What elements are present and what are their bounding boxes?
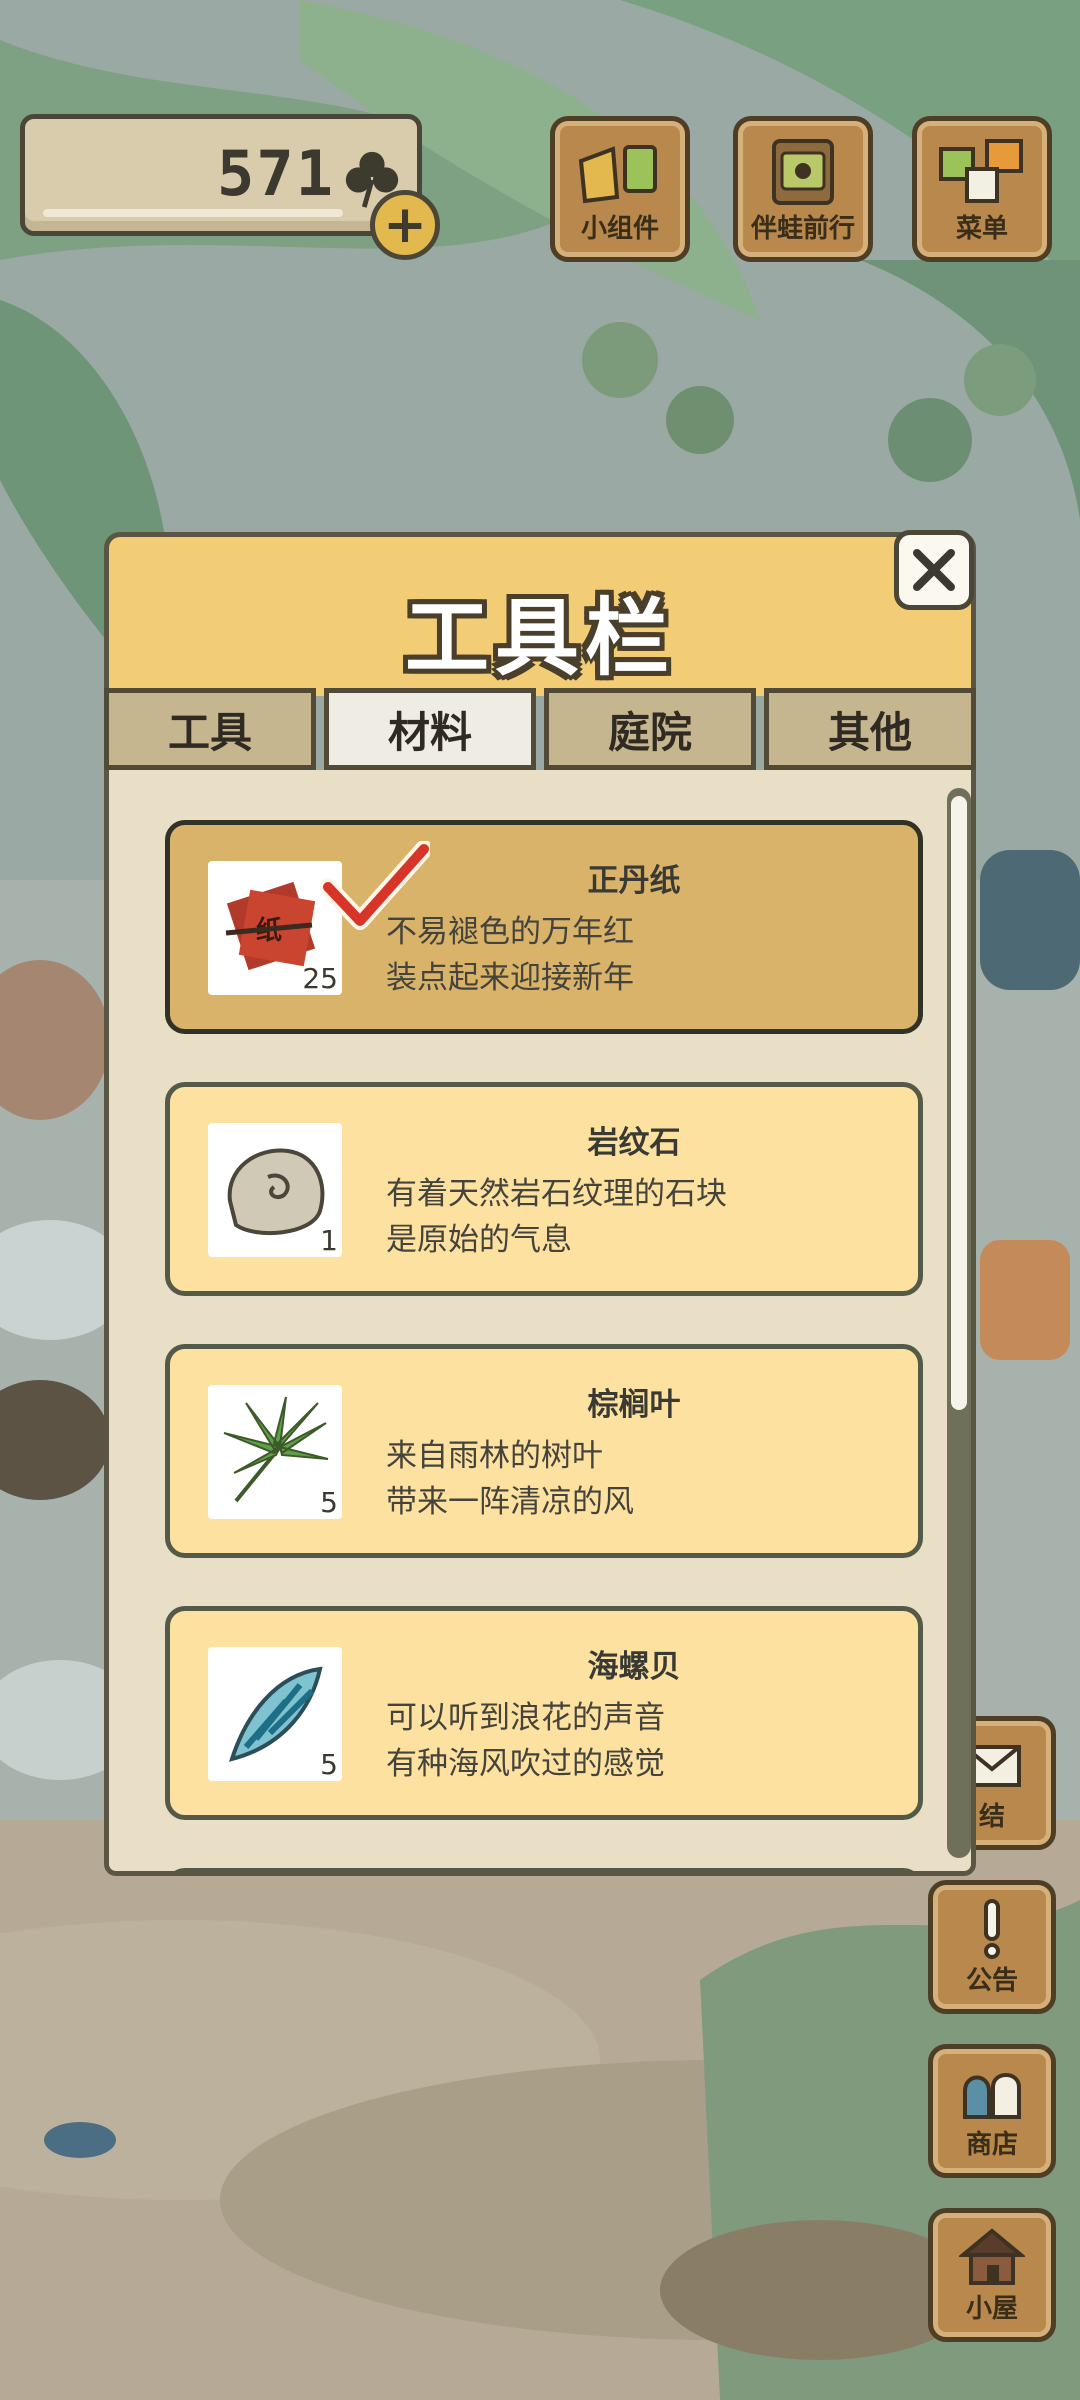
menu-button[interactable]: 菜单 <box>912 116 1052 262</box>
item-desc-line2: 带来一阵清凉的风 <box>386 1484 634 1520</box>
conch-shell-icon <box>228 1666 323 1762</box>
item-desc-line1: 可以听到浪花的声音 <box>386 1700 665 1736</box>
palm-leaf-icon <box>223 1396 329 1503</box>
item-description: 可以听到浪花的声音 有种海风吹过的感觉 <box>386 1695 665 1787</box>
widgets-button[interactable]: 小组件 <box>550 116 690 262</box>
tab-materials[interactable]: 材料 <box>324 688 536 770</box>
item-quantity: 5 <box>320 1748 338 1781</box>
tab-other[interactable]: 其他 <box>764 688 976 770</box>
item-name: 海螺贝 <box>587 1649 681 1685</box>
shop-icon <box>963 2073 1021 2119</box>
item-description: 不易褪色的万年红 装点起来迎接新年 <box>386 909 634 1001</box>
item-name: 棕榈叶 <box>587 1387 681 1423</box>
exclamation-icon <box>984 1899 1000 1959</box>
tab-bar: 工具 材料 庭院 其他 <box>104 688 976 774</box>
list-item[interactable] <box>165 1868 923 1871</box>
item-desc-line1: 来自雨林的树叶 <box>386 1438 603 1474</box>
widgets-label: 小组件 <box>580 214 659 244</box>
toolbar-dialog: 工具栏 工具 材料 庭院 其他 纸 25 <box>104 530 976 1876</box>
house-label: 小屋 <box>965 2294 1018 2324</box>
list-item[interactable]: 纸 25 正丹纸 不易褪色的万年红 装点起来迎接新年 <box>165 820 923 1034</box>
item-quantity: 1 <box>320 1224 338 1257</box>
shop-button[interactable]: 商店 <box>928 2044 1056 2178</box>
list-item[interactable]: 5 棕榈叶 来自雨林的树叶 带来一阵清凉的风 <box>165 1344 923 1558</box>
close-button[interactable] <box>894 530 974 610</box>
frog-adventure-label: 伴蛙前行 <box>750 214 855 244</box>
close-icon <box>913 549 955 591</box>
item-list[interactable]: 纸 25 正丹纸 不易褪色的万年红 装点起来迎接新年 <box>104 770 976 1876</box>
house-icon <box>959 2228 1025 2285</box>
item-description: 有着天然岩石纹理的石块 是原始的气息 <box>386 1171 727 1263</box>
item-thumbnail: 1 <box>208 1123 342 1257</box>
list-item[interactable]: 1 岩纹石 有着天然岩石纹理的石块 是原始的气息 <box>165 1082 923 1296</box>
item-quantity: 25 <box>302 962 338 995</box>
add-clover-button[interactable]: + <box>370 190 440 260</box>
notice-button[interactable]: 公告 <box>928 1880 1056 2014</box>
notice-label: 公告 <box>965 1966 1018 1996</box>
tab-tools[interactable]: 工具 <box>104 688 316 770</box>
item-desc-line2: 有种海风吹过的感觉 <box>386 1746 665 1782</box>
frog-adventure-button[interactable]: 伴蛙前行 <box>733 116 873 262</box>
item-desc-line1: 有着天然岩石纹理的石块 <box>386 1176 727 1212</box>
shop-label: 商店 <box>965 2130 1018 2160</box>
scrollbar-thumb[interactable] <box>951 796 967 1410</box>
item-thumbnail: 5 <box>208 1647 342 1781</box>
dialog-header: 工具栏 <box>104 532 976 696</box>
item-description: 来自雨林的树叶 带来一阵清凉的风 <box>386 1433 634 1525</box>
tab-garden[interactable]: 庭院 <box>544 688 756 770</box>
menu-label: 菜单 <box>955 214 1008 244</box>
item-thumbnail: 5 <box>208 1385 342 1519</box>
dialog-title: 工具栏 <box>404 589 675 687</box>
list-item[interactable]: 5 海螺贝 可以听到浪花的声音 有种海风吹过的感觉 <box>165 1606 923 1820</box>
item-desc-line2: 装点起来迎接新年 <box>386 960 634 996</box>
item-name: 岩纹石 <box>587 1125 681 1161</box>
clover-counter: 571 <box>20 114 422 236</box>
frog-adventure-icon <box>772 139 834 205</box>
clover-count: 571 <box>217 137 335 210</box>
widget-icon <box>578 145 657 204</box>
menu-icon <box>939 139 1023 203</box>
clover-bar <box>43 209 343 217</box>
house-button[interactable]: 小屋 <box>928 2208 1056 2342</box>
item-desc-line1: 不易褪色的万年红 <box>386 914 634 950</box>
item-desc-line2: 是原始的气息 <box>386 1222 572 1258</box>
item-name: 正丹纸 <box>587 863 681 899</box>
item-quantity: 5 <box>320 1486 338 1519</box>
stone-icon <box>227 1148 325 1236</box>
